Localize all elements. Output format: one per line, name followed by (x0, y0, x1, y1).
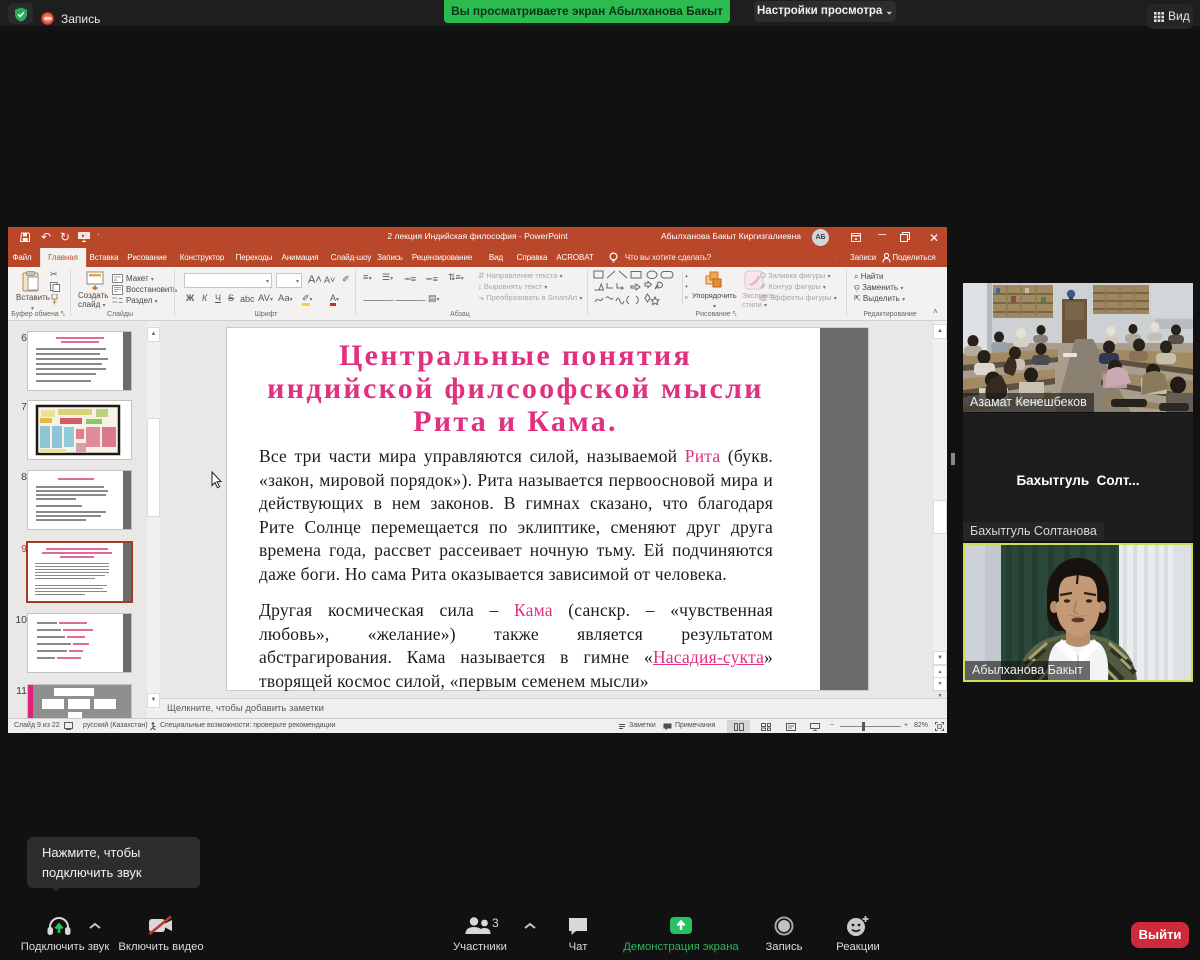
svg-text:3: 3 (492, 916, 499, 930)
